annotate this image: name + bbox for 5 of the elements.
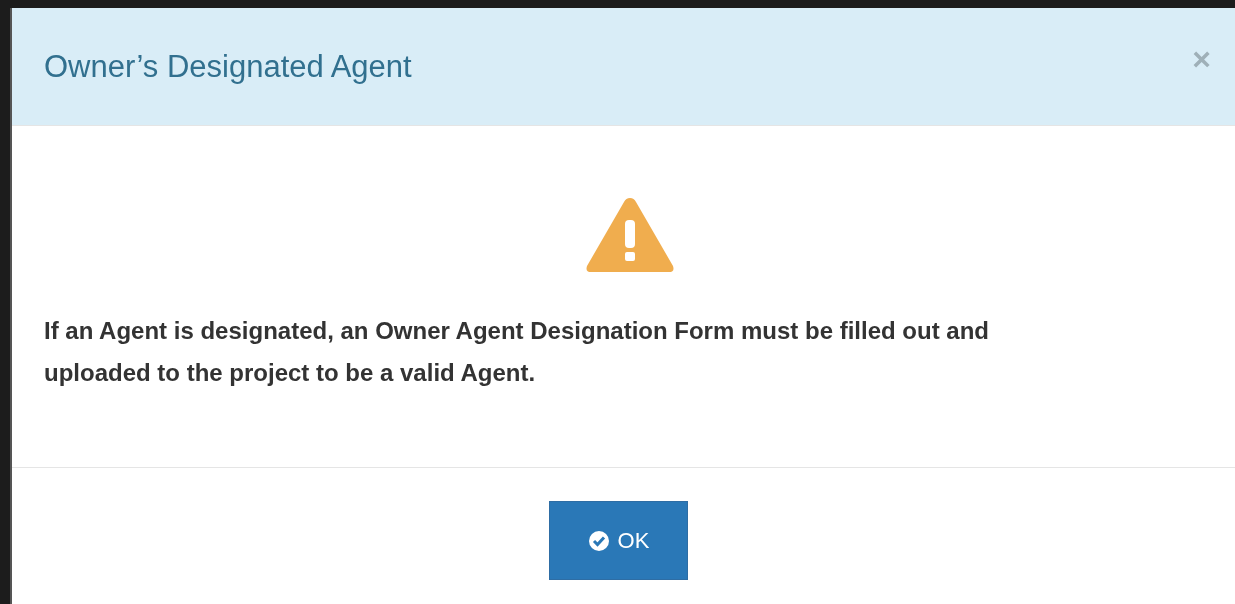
ok-button[interactable]: OK: [549, 501, 688, 580]
warning-message: If an Agent is designated, an Owner Agent Designation Form must be filled out and uploaded to the project to be a valid Agent.: [44, 316, 990, 388]
check-circle-icon: [587, 529, 610, 552]
dialog-title: Owner’s Designated Agent: [44, 48, 412, 85]
warning-icon: [584, 196, 675, 274]
